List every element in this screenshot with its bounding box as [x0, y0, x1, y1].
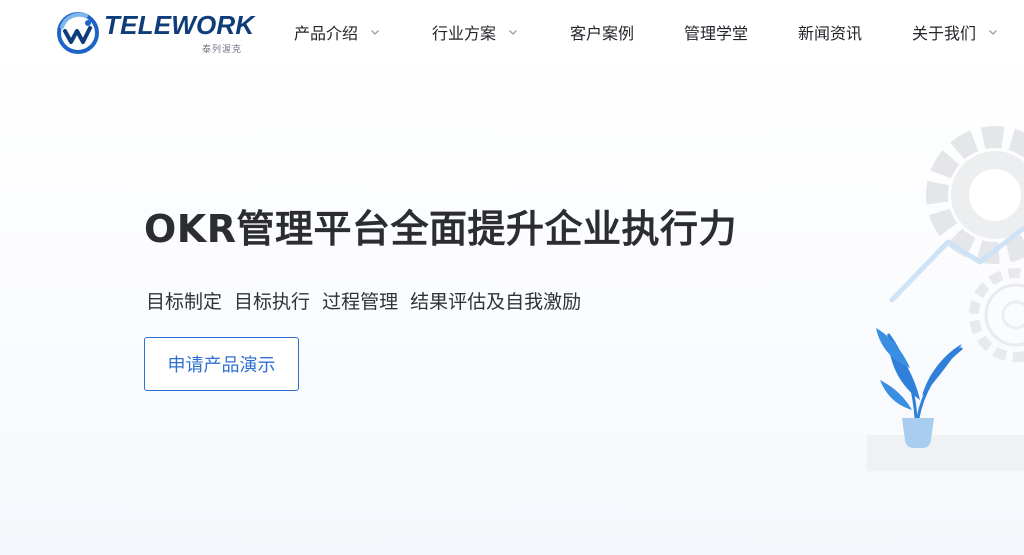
nav-item-news[interactable]: 新闻资讯 — [798, 20, 862, 44]
request-demo-button[interactable]: 申请产品演示 — [144, 337, 299, 391]
nav-item-label: 客户案例 — [570, 24, 635, 43]
nav-item-label: 关于我们 — [912, 24, 977, 43]
nav-item-label: 行业方案 — [432, 24, 497, 43]
chevron-down-icon — [989, 30, 997, 35]
nav-item-about[interactable]: 关于我们 — [912, 20, 998, 44]
nav-item-academy[interactable]: 管理学堂 — [684, 20, 748, 44]
hero-illustration — [867, 126, 1024, 471]
nav-item-solutions[interactable]: 行业方案 — [432, 20, 518, 44]
brand-name: TELEWORK — [104, 10, 255, 40]
hero-title: OKR管理平台全面提升企业执行力 — [144, 207, 738, 251]
nav-item-cases[interactable]: 客户案例 — [570, 20, 634, 44]
chevron-down-icon — [371, 30, 379, 35]
nav-item-label: 管理学堂 — [684, 24, 749, 43]
logo-mark-icon — [57, 12, 99, 54]
gear-icon — [969, 268, 1024, 362]
site-header: TELEWORK 泰列渥克 产品介绍 行业方案 客户案例 管理学堂 新闻资讯 关… — [0, 0, 1024, 64]
hero-subtitle: 目标制定 目标执行 过程管理 结果评估及自我激励 — [146, 291, 582, 313]
chevron-down-icon — [509, 30, 517, 35]
nav-item-products[interactable]: 产品介绍 — [294, 20, 380, 44]
nav-item-label: 产品介绍 — [294, 24, 359, 43]
nav-item-label: 新闻资讯 — [798, 24, 863, 43]
brand-subtitle: 泰列渥克 — [202, 45, 243, 55]
brand-logo[interactable]: TELEWORK 泰列渥克 — [56, 8, 256, 56]
plant-icon — [876, 328, 963, 448]
